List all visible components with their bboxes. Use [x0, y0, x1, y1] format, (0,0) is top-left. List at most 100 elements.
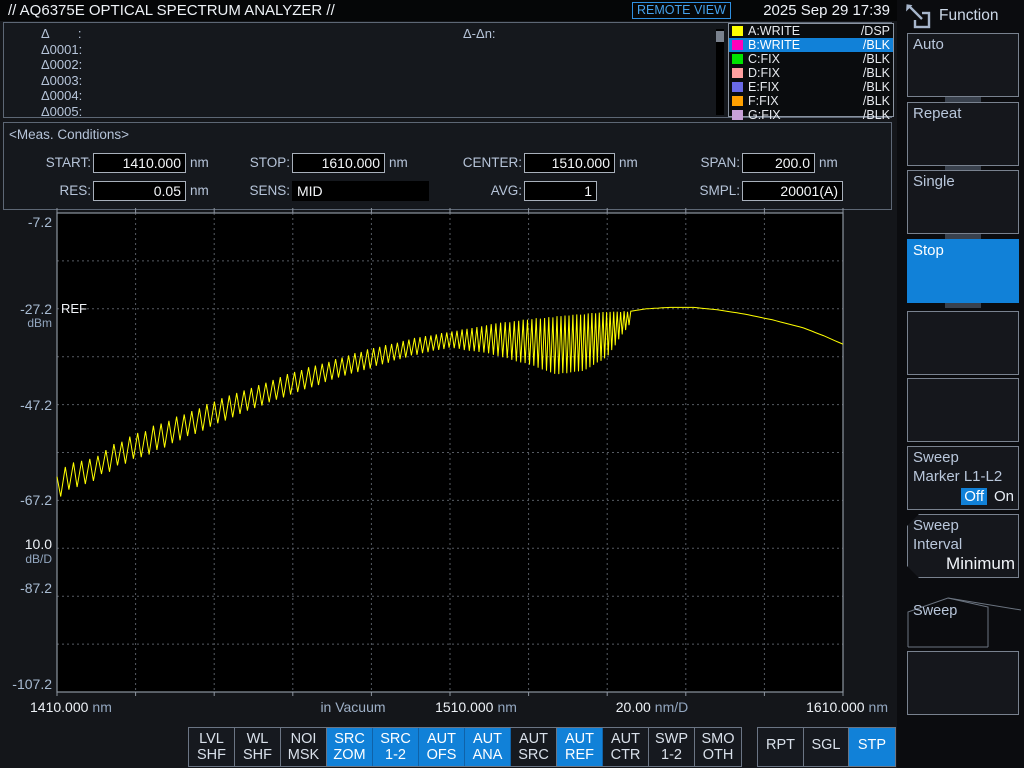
toggle-on[interactable]: On: [994, 488, 1014, 505]
meas-field-input[interactable]: 20001(A): [742, 181, 843, 201]
toolbar-key-line1: SWP: [655, 731, 688, 747]
y-axis-label: -7.2: [2, 214, 52, 230]
delta-scrollbar-thumb[interactable]: [716, 31, 724, 42]
sweep-tag-label: Sweep: [913, 603, 957, 619]
trace-row[interactable]: E:FIX/BLK: [729, 80, 893, 94]
toolbar-key-aut-ref[interactable]: AUTREF: [557, 728, 603, 766]
function-key-blank-2[interactable]: [907, 378, 1019, 442]
toggle-off[interactable]: Off: [961, 488, 987, 505]
toolbar-key-line2: MSK: [288, 747, 319, 763]
meas-field-unit: nm: [819, 155, 838, 170]
meas-conditions-panel: <Meas. Conditions> START:1410.000nmSTOP:…: [3, 122, 892, 210]
meas-field-label: RES:: [1, 183, 91, 199]
trace-row[interactable]: G:FIX/BLK: [729, 108, 893, 122]
x-scale-label-value: 20.00: [616, 699, 651, 715]
trace-label: D:FIX: [748, 66, 863, 80]
meas-field-input[interactable]: 1610.000: [292, 153, 385, 173]
trace-row[interactable]: C:FIX/BLK: [729, 52, 893, 66]
x-medium-label: in Vacuum: [303, 699, 403, 715]
toolbar-key-line2: OFS: [427, 747, 457, 763]
function-key-blank-3[interactable]: [907, 651, 1019, 715]
toolbar-key-lvl-shf[interactable]: LVLSHF: [189, 728, 235, 766]
x-start-label-value: 1410.000: [30, 699, 88, 715]
meas-field-input[interactable]: 200.0: [742, 153, 815, 173]
trace-color-swatch: [732, 40, 743, 50]
delta-row: Δ :: [41, 26, 81, 41]
trace-status: /BLK: [863, 94, 890, 108]
x-center-label-unit: nm: [497, 699, 516, 715]
toolbar-key-wl-shf[interactable]: WLSHF: [235, 728, 281, 766]
function-key-stop[interactable]: Stop: [907, 239, 1019, 303]
delta-row: Δ0003:: [41, 73, 82, 88]
toolbar-key-aut-ofs[interactable]: AUTOFS: [419, 728, 465, 766]
toolbar-key-line1: NOI: [291, 731, 317, 747]
meas-field-label: SPAN:: [650, 155, 740, 171]
toolbar-key-noi-msk[interactable]: NOIMSK: [281, 728, 327, 766]
toolbar-key-line2: SHF: [197, 747, 226, 763]
toolbar-key-stp[interactable]: STP: [849, 728, 895, 766]
meas-field-label: AVG:: [432, 183, 522, 199]
trace-row[interactable]: F:FIX/BLK: [729, 94, 893, 108]
function-key-auto[interactable]: Auto: [907, 33, 1019, 97]
toolbar-key-line2: REF: [565, 747, 594, 763]
toolbar-key-line2: ANA: [473, 747, 503, 763]
app-title: // AQ6375E OPTICAL SPECTRUM ANALYZER //: [8, 2, 335, 19]
toolbar-key-line1: SMO: [701, 731, 734, 747]
x-stop-label: 1610.000nm: [780, 699, 888, 715]
toolbar-key-aut-src[interactable]: AUTSRC: [511, 728, 557, 766]
title-bar: // AQ6375E OPTICAL SPECTRUM ANALYZER // …: [0, 0, 1024, 21]
x-stop-label-unit: nm: [869, 699, 888, 715]
toolbar-key-line2: 1-2: [385, 747, 406, 763]
function-select-icon: [905, 4, 935, 32]
toolbar-key-src-1-2[interactable]: SRC1-2: [373, 728, 419, 766]
softkey-label: Sweep: [913, 517, 1018, 534]
softkey-connector: [945, 303, 981, 308]
toolbar-key-line1: AUT: [519, 731, 548, 747]
trace-row[interactable]: D:FIX/BLK: [729, 66, 893, 80]
trace-row[interactable]: B:WRITE/BLK: [729, 38, 893, 52]
function-key-single[interactable]: Single: [907, 170, 1019, 234]
delta-n-label: Δ-Δn:: [463, 26, 496, 41]
toolbar-key-line1: SRC: [380, 731, 411, 747]
meas-field-unit: nm: [389, 155, 408, 170]
toolbar-key-line2: SHF: [243, 747, 272, 763]
meas-field-input[interactable]: 1410.000: [93, 153, 186, 173]
toolbar-key-src-zom[interactable]: SRCZOM: [327, 728, 373, 766]
toolbar-key-line1: SRC: [334, 731, 365, 747]
softkey-label: Repeat: [913, 105, 1018, 122]
function-key-sweep-marker[interactable]: SweepMarker L1-L2OffOn: [907, 446, 1019, 510]
toolbar-key-smo-oth[interactable]: SMOOTH: [695, 728, 741, 766]
meas-conditions-title: <Meas. Conditions>: [9, 127, 129, 142]
meas-field-input[interactable]: 1510.000: [524, 153, 615, 173]
x-center-label: 1510.000nm: [420, 699, 532, 715]
trace-status: /BLK: [863, 66, 890, 80]
function-key-repeat[interactable]: Repeat: [907, 102, 1019, 166]
function-key-sweep-interval[interactable]: SweepIntervalMinimum: [907, 514, 1019, 578]
x-center-label-value: 1510.000: [435, 699, 493, 715]
toolbar-key-sgl[interactable]: SGL: [804, 728, 849, 766]
osa-screen: // AQ6375E OPTICAL SPECTRUM ANALYZER // …: [0, 0, 1024, 768]
function-key-blank-1[interactable]: [907, 311, 1019, 375]
meas-field-input[interactable]: MID: [292, 181, 429, 201]
toolbar-key-line2: ZOM: [333, 747, 365, 763]
ref-level-label: REF: [61, 301, 87, 316]
x-scale-label-unit: nm/D: [655, 699, 688, 715]
toolbar-key-line2: OTH: [703, 747, 734, 763]
toolbar-key-aut-ctr[interactable]: AUTCTR: [603, 728, 649, 766]
toolbar-key-aut-ana[interactable]: AUTANA: [465, 728, 511, 766]
meas-field-label: STOP:: [200, 155, 290, 171]
meas-field-input[interactable]: 0.05: [93, 181, 186, 201]
trace-row[interactable]: A:WRITE/DSP: [729, 24, 893, 38]
trace-label: F:FIX: [748, 94, 863, 108]
meas-field-input[interactable]: 1: [524, 181, 597, 201]
remote-view-badge: REMOTE VIEW: [632, 2, 731, 19]
delta-scrollbar[interactable]: [716, 29, 724, 115]
x-start-label: 1410.000nm: [30, 699, 112, 715]
toolbar-key-swp-1-2[interactable]: SWP1-2: [649, 728, 695, 766]
toolbar-key-line1: WL: [247, 731, 269, 747]
sweep-marker-toggle[interactable]: Off On: [961, 488, 1014, 505]
toolbar-key-rpt[interactable]: RPT: [758, 728, 804, 766]
softkey-label: Single: [913, 173, 1018, 190]
toolbar-key-line1: LVL: [199, 731, 224, 747]
trace-color-swatch: [732, 110, 743, 120]
